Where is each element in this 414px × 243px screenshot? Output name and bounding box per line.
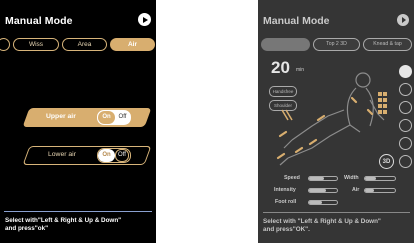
upper-air-label: Upper air <box>46 113 76 120</box>
upper-air-row[interactable] <box>22 108 152 127</box>
manual-mode-screen-inactive: Manual Mode Top 2 3D Knead & tap 20 min … <box>258 0 414 243</box>
air-bar[interactable] <box>364 188 396 193</box>
speed-bar[interactable] <box>308 176 338 181</box>
speed-label: Speed <box>284 175 300 181</box>
screen-title: Manual Mode <box>5 15 73 27</box>
instruction-line-1: Select with "Left & Right & Up & Down" <box>263 218 381 225</box>
width-label: Width <box>344 175 359 181</box>
intensity-level <box>309 189 326 192</box>
mode-tabs: Wiss Area Air <box>0 38 156 51</box>
tab-wiss[interactable]: Wiss <box>13 38 59 51</box>
toggle-off[interactable]: Off <box>115 149 129 162</box>
play-icon <box>401 17 406 23</box>
lower-air-row[interactable] <box>22 146 152 165</box>
lower-air-toggle[interactable]: On Off <box>97 148 131 163</box>
tab-area[interactable]: Area <box>62 38 107 51</box>
play-icon <box>142 16 148 23</box>
tab-air[interactable]: Air <box>110 38 155 51</box>
foot-roll-label: Foot roll <box>275 199 297 205</box>
side-button-4[interactable] <box>399 119 412 132</box>
air-level <box>365 189 374 192</box>
play-button[interactable] <box>397 14 409 26</box>
foot-roll-bar[interactable] <box>308 200 338 205</box>
side-button-1[interactable] <box>399 65 412 78</box>
upper-air-toggle[interactable]: On Off <box>97 110 131 125</box>
toggle-on[interactable]: On <box>98 111 115 124</box>
manual-mode-screen-active: Manual Mode Wiss Area Air Upper air On O… <box>0 0 156 243</box>
lower-air-label: Lower air <box>48 151 76 158</box>
instruction-line-1: Select with"Left & Right & Up & Down" <box>5 217 122 224</box>
intensity-label: Intensity <box>274 187 296 193</box>
instruction-text: Select with "Left & Right & Up & Down" a… <box>263 218 381 234</box>
side-button-3[interactable] <box>399 101 412 114</box>
side-button-2[interactable] <box>399 83 412 96</box>
intensity-bar[interactable] <box>308 188 338 193</box>
tab-partial[interactable] <box>0 38 10 51</box>
toggle-on[interactable]: On <box>98 149 115 162</box>
play-button[interactable] <box>138 13 151 26</box>
air-label: Air <box>352 187 360 193</box>
tab-top-3d[interactable]: Top 2 3D <box>313 38 360 51</box>
speed-level <box>309 177 325 180</box>
width-level <box>365 177 376 180</box>
tab-first[interactable] <box>261 38 310 51</box>
3d-button[interactable]: 3D <box>379 154 394 169</box>
screen-title: Manual Mode <box>263 15 330 27</box>
instruction-text: Select with"Left & Right & Up & Down" an… <box>5 217 121 233</box>
side-button-5[interactable] <box>399 137 412 150</box>
width-bar[interactable] <box>364 176 396 181</box>
instruction-line-2: and press"OK". <box>263 226 310 233</box>
toggle-off[interactable]: Off <box>115 111 130 124</box>
instruction-line-2: and press"ok" <box>5 225 49 232</box>
divider <box>4 211 152 212</box>
tab-knead-tap[interactable]: Knead & tap <box>363 38 412 51</box>
side-button-6[interactable] <box>399 155 412 168</box>
divider <box>263 212 410 213</box>
foot-roll-level <box>309 201 322 204</box>
